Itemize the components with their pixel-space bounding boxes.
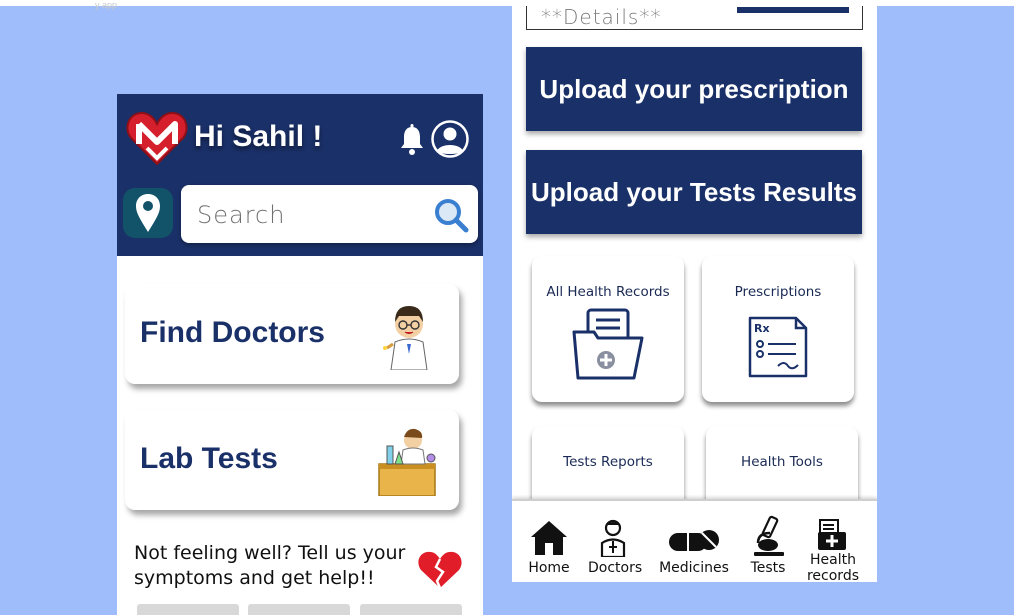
tests-reports-label: Tests Reports [563,454,653,470]
nav-home-label: Home [528,560,570,576]
details-submit-button[interactable] [737,7,849,13]
lab-tests-card[interactable]: Lab Tests [125,410,459,510]
greeting-text: Hi Sahil ! [194,120,323,153]
frame-label: y app [95,0,118,10]
microscope-icon [754,515,784,556]
upload-tests-button[interactable]: Upload your Tests Results [526,150,862,234]
doctor-icon [600,519,626,557]
nav-doctors[interactable]: Doctors [588,501,643,582]
upload-prescription-button[interactable]: Upload your prescription [526,47,862,131]
nav-tests-label: Tests [750,560,786,576]
prescriptions-card[interactable]: Prescriptions Rx [702,256,854,402]
medical-records-icon [818,519,846,550]
nav-medicines[interactable]: Medicines [656,501,732,582]
health-records-screen: **Details** Upload your prescription Upl… [512,6,877,582]
nav-health-records[interactable]: Health records [802,501,864,582]
heart-logo-icon [126,111,188,166]
prescription-icon: Rx [748,316,808,378]
home-screen: Hi Sahil ! Find Doctors [117,94,483,615]
details-placeholder: **Details** [541,6,662,29]
profile-avatar-icon[interactable] [431,120,469,158]
search-icon[interactable] [433,197,469,233]
find-doctors-card[interactable]: Find Doctors [125,284,459,384]
symptom-prompt-text: Not feeling well? Tell us your symptoms … [134,542,406,589]
nav-health-records-label: Health records [806,552,859,582]
pill-icon [669,530,719,551]
symptom-chip[interactable] [360,604,462,615]
find-doctors-title: Find Doctors [140,316,325,349]
search-bar [181,185,478,243]
notification-bell-icon[interactable] [399,124,425,156]
svg-text:Rx: Rx [754,322,770,335]
lab-scientist-illustration-icon [378,428,436,496]
symptom-chip[interactable] [137,604,239,615]
location-pin-icon [136,194,160,232]
prescriptions-label: Prescriptions [734,284,822,300]
app-header: Hi Sahil ! [117,94,483,256]
nav-home[interactable]: Home [526,501,572,582]
broken-heart-icon [418,551,462,589]
bottom-navigation: Home Doctors Medicines Tests Health reco… [512,499,877,582]
nav-doctors-label: Doctors [588,560,643,576]
all-health-records-label: All Health Records [546,284,670,300]
search-input[interactable] [195,195,429,235]
nav-tests[interactable]: Tests [746,501,790,582]
doctor-illustration-icon [383,306,428,370]
home-icon [531,521,567,555]
nav-medicines-label: Medicines [659,560,729,576]
folder-plus-icon [572,308,644,380]
health-tools-label: Health Tools [741,454,823,470]
lab-tests-title: Lab Tests [140,442,278,475]
details-field[interactable]: **Details** [526,6,863,30]
all-health-records-card[interactable]: All Health Records [532,256,684,402]
symptom-chip[interactable] [248,604,350,615]
location-button[interactable] [123,188,173,238]
